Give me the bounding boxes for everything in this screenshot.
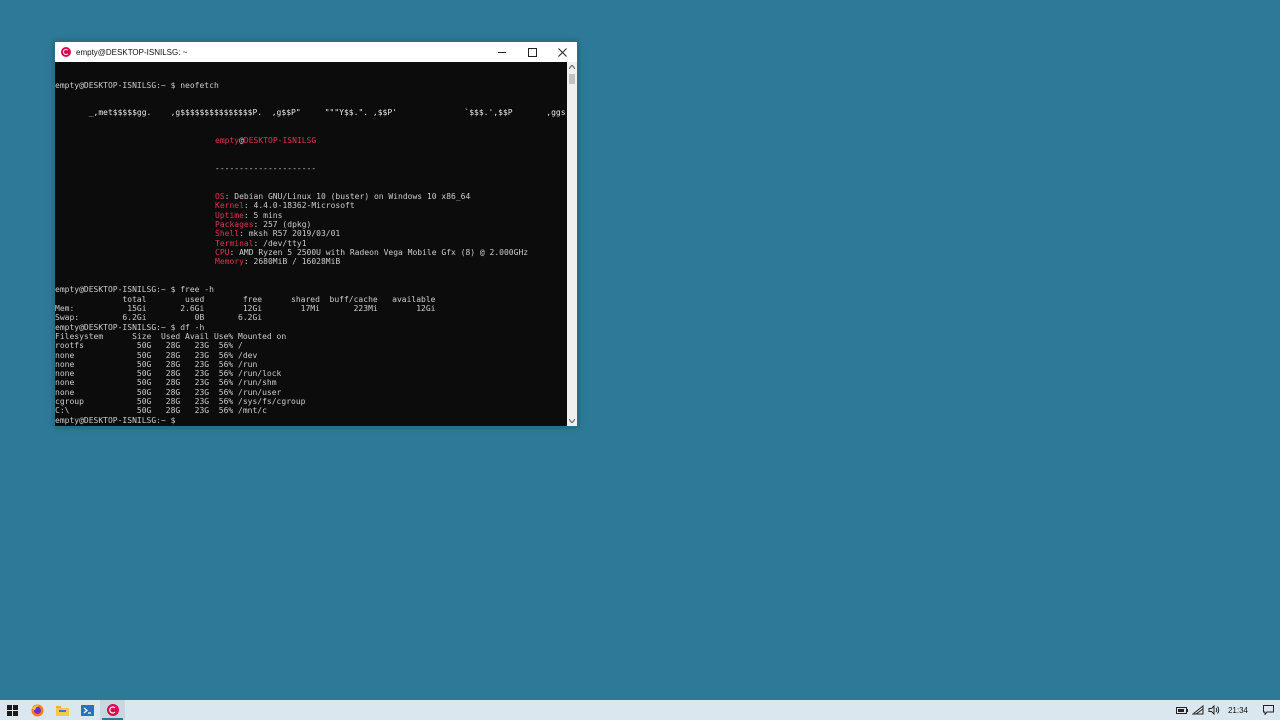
vscode-icon	[81, 704, 94, 716]
info-row: Shell: mksh R57 2019/03/01	[215, 229, 341, 239]
tray-volume[interactable]	[1207, 700, 1221, 720]
neofetch-info: empty@DESKTOP-ISNILSG ------------------…	[215, 118, 528, 285]
info-row: Kernel: 4.4.0-18362-Microsoft	[215, 201, 355, 211]
info-row: Terminal: /dev/tty1	[215, 238, 307, 248]
wifi-icon	[1191, 705, 1204, 715]
notification-icon	[1262, 705, 1274, 715]
terminal-scrollbar[interactable]	[567, 62, 577, 426]
info-row: Packages: 257 (dpkg)	[215, 220, 312, 230]
terminal-line: Filesystem Size Used Avail Use% Mounted …	[55, 331, 287, 341]
terminal-line: C:\ 50G 28G 23G 56% /mnt/c	[55, 406, 267, 416]
taskbar-debian[interactable]	[100, 700, 125, 720]
file-explorer-icon	[56, 705, 69, 716]
terminal-output[interactable]: empty@DESKTOP-ISNILSG:~ $ neofetch _,met…	[55, 62, 567, 426]
close-icon	[557, 47, 567, 57]
scroll-down-button[interactable]	[567, 416, 577, 426]
taskbar-firefox[interactable]	[25, 700, 50, 720]
chevron-down-icon	[569, 419, 575, 423]
info-row: CPU: AMD Ryzen 5 2500U with Radeon Vega …	[215, 247, 529, 257]
scroll-thumb[interactable]	[569, 74, 575, 84]
taskbar-vscode[interactable]	[75, 700, 100, 720]
terminal-line: rootfs 50G 28G 23G 56% /	[55, 341, 243, 351]
logo-line: ,g$$P" """Y$$.".	[262, 108, 369, 118]
maximize-button[interactable]	[517, 42, 547, 62]
window-controls	[487, 42, 577, 62]
tray-battery[interactable]	[1175, 700, 1189, 720]
start-button[interactable]	[0, 700, 25, 720]
terminal-line: empty@DESKTOP-ISNILSG:~ $ free -h	[55, 285, 214, 295]
info-row: Uptime: 5 mins	[215, 210, 283, 220]
terminal-line: Mem: 15Gi 2.6Gi 12Gi 17Mi 223Mi 12Gi	[55, 304, 436, 314]
taskbar-clock[interactable]: 21:34	[1228, 706, 1248, 715]
info-userhost: empty@DESKTOP-ISNILSG	[215, 136, 317, 146]
logo-line: ,$$P' `$$$.	[368, 108, 489, 118]
notification-center-button[interactable]	[1256, 700, 1280, 720]
terminal-line: none 50G 28G 23G 56% /run	[55, 359, 258, 369]
terminal-line: empty@DESKTOP-ISNILSG:~ $ neofetch	[55, 80, 219, 90]
debian-icon	[106, 704, 119, 716]
terminal-window[interactable]: empty@DESKTOP-ISNILSG: ~ empty@DESKTOP-I…	[54, 41, 578, 427]
tray-wifi[interactable]	[1191, 700, 1205, 720]
logo-line: ,g$$$$$$$$$$$$$$$P.	[151, 108, 263, 118]
minimize-icon	[498, 51, 506, 53]
window-titlebar[interactable]: empty@DESKTOP-ISNILSG: ~	[55, 42, 577, 62]
terminal-line: none 50G 28G 23G 56% /run/user	[55, 387, 282, 397]
firefox-icon	[31, 704, 44, 716]
debian-icon	[61, 47, 71, 57]
system-tray: 21:34	[1174, 700, 1280, 720]
speaker-icon	[1208, 705, 1220, 715]
command-output: empty@DESKTOP-ISNILSG:~ $ free -h total …	[55, 285, 567, 424]
terminal-line: total used free shared buff/cache availa…	[55, 294, 436, 304]
maximize-icon	[527, 47, 537, 57]
info-separator: ---------------------	[215, 164, 317, 174]
close-button[interactable]	[547, 42, 577, 62]
info-row: Memory: 2680MiB / 16028MiB	[215, 257, 341, 267]
windows-start-icon	[7, 704, 18, 716]
terminal-line: none 50G 28G 23G 56% /dev	[55, 350, 258, 360]
scroll-up-button[interactable]	[567, 62, 577, 72]
taskbar-file-explorer[interactable]	[50, 700, 75, 720]
debian-ascii-logo: _,met$$$$$gg. ,g$$$$$$$$$$$$$$$P. ,g$$P"…	[55, 108, 567, 117]
logo-line: ',$$P ,ggs. `$$b:	[488, 108, 568, 118]
neofetch-output: _,met$$$$$gg. ,g$$$$$$$$$$$$$$$P. ,g$$P"…	[55, 108, 567, 285]
terminal-line: empty@DESKTOP-ISNILSG:~ $ df -h	[55, 322, 205, 332]
terminal-line: cgroup 50G 28G 23G 56% /sys/fs/cgroup	[55, 397, 306, 407]
chevron-up-icon	[569, 65, 575, 69]
terminal-line: Swap: 6.2Gi 0B 6.2Gi	[55, 313, 263, 323]
battery-icon	[1175, 706, 1188, 714]
taskbar: 21:34	[0, 700, 1280, 720]
minimize-button[interactable]	[487, 42, 517, 62]
terminal-line: none 50G 28G 23G 56% /run/shm	[55, 378, 277, 388]
logo-line: _,met$$$$$gg.	[55, 108, 152, 118]
window-title: empty@DESKTOP-ISNILSG: ~	[76, 47, 188, 57]
terminal-line: none 50G 28G 23G 56% /run/lock	[55, 369, 282, 379]
info-row: OS: Debian GNU/Linux 10 (buster) on Wind…	[215, 192, 471, 202]
terminal-line: empty@DESKTOP-ISNILSG:~ $	[55, 415, 176, 425]
